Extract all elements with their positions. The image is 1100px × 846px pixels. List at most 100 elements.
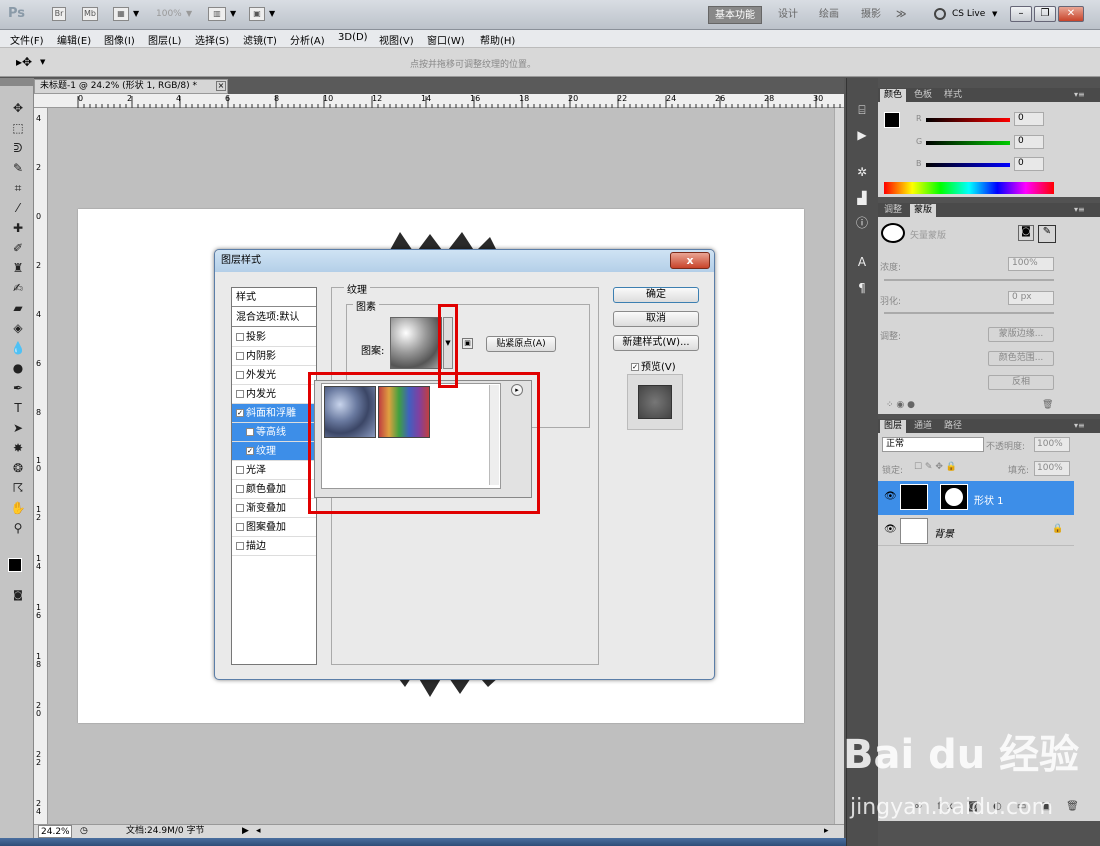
- bridge-icon[interactable]: Br: [52, 7, 66, 21]
- dialog-close-button[interactable]: x: [670, 252, 710, 269]
- arrange-dropdown-icon[interactable]: ▼: [230, 9, 236, 18]
- mask-edge-button[interactable]: 蒙版边缘...: [988, 327, 1054, 342]
- menu-file[interactable]: 文件(F): [10, 32, 44, 47]
- fill-value[interactable]: 100%: [1034, 461, 1070, 476]
- menu-window[interactable]: 窗口(W): [427, 32, 465, 47]
- menu-analysis[interactable]: 分析(A): [290, 32, 325, 47]
- tab-color[interactable]: 颜色: [880, 89, 907, 102]
- style-item-checkbox[interactable]: [236, 390, 244, 398]
- density-slider[interactable]: [884, 279, 1054, 281]
- tab-masks[interactable]: 蒙版: [910, 204, 937, 217]
- 3d-rotate-tool-icon[interactable]: ❂: [9, 460, 27, 476]
- style-item-checkbox[interactable]: [236, 352, 244, 360]
- more-workspaces-button[interactable]: ≫: [890, 6, 912, 24]
- type-tool-icon[interactable]: T: [9, 400, 27, 416]
- info-panel-icon[interactable]: ⓘ: [853, 215, 871, 231]
- zoom-level[interactable]: 100%: [156, 9, 182, 19]
- style-item[interactable]: ✓ 斜面和浮雕: [232, 404, 316, 423]
- snap-to-origin-button[interactable]: 贴紧原点(A): [486, 336, 556, 352]
- channel-r-slider[interactable]: [926, 118, 1010, 122]
- window-close-button[interactable]: ✕: [1058, 6, 1084, 22]
- style-item[interactable]: 渐变叠加: [232, 499, 316, 518]
- layer-name[interactable]: 背景: [934, 525, 954, 540]
- dodge-tool-icon[interactable]: ●: [9, 360, 27, 376]
- color-spectrum-ramp[interactable]: [884, 182, 1054, 194]
- style-item[interactable]: 外发光: [232, 366, 316, 385]
- style-item[interactable]: 内发光: [232, 385, 316, 404]
- healing-brush-tool-icon[interactable]: ✚: [9, 220, 27, 236]
- density-value[interactable]: 100%: [1008, 257, 1054, 271]
- 3d-orbit-tool-icon[interactable]: ☈: [9, 480, 27, 496]
- hand-tool-icon[interactable]: ✋: [9, 500, 27, 516]
- menu-help[interactable]: 帮助(H): [480, 32, 515, 47]
- history-panel-icon[interactable]: ⌸: [853, 102, 871, 118]
- screen-mode-icon[interactable]: ▣: [249, 7, 265, 21]
- scroll-right-icon[interactable]: ▸: [824, 825, 829, 838]
- shape-tool-icon[interactable]: ✸: [9, 440, 27, 456]
- tab-channels[interactable]: 通道: [910, 420, 936, 433]
- workspace-painting[interactable]: 绘画: [813, 6, 845, 24]
- document-tab[interactable]: 未标题-1 @ 24.2% (形状 1, RGB/8) * ×: [34, 79, 228, 94]
- navigator-panel-icon[interactable]: ▟: [853, 190, 871, 206]
- menu-filter[interactable]: 滤镜(T): [243, 32, 277, 47]
- tab-swatches[interactable]: 色板: [910, 89, 936, 102]
- visibility-eye-icon[interactable]: 👁: [884, 524, 897, 535]
- feather-slider[interactable]: [884, 312, 1054, 314]
- dialog-title-bar[interactable]: 图层样式: [215, 250, 714, 272]
- channel-g-value[interactable]: 0: [1014, 135, 1044, 149]
- status-zoom[interactable]: 24.2%: [38, 825, 72, 838]
- masks-footer-icons[interactable]: ⁘ ◉ ●: [886, 400, 915, 410]
- move-tool-preset-icon[interactable]: ▸✥: [16, 55, 32, 69]
- history-brush-tool-icon[interactable]: ✍: [9, 280, 27, 296]
- crop-tool-icon[interactable]: ⌗: [9, 180, 27, 196]
- ok-button[interactable]: 确定: [613, 287, 699, 303]
- paragraph-panel-icon[interactable]: ¶: [853, 280, 871, 296]
- delete-mask-icon[interactable]: 🗑: [1042, 400, 1053, 410]
- eyedropper-tool-icon[interactable]: ⁄: [9, 200, 27, 216]
- style-item[interactable]: ✓ 纹理: [232, 442, 316, 461]
- zoom-tool-icon[interactable]: ⚲: [9, 520, 27, 536]
- quick-select-tool-icon[interactable]: ✎: [9, 160, 27, 176]
- foreground-color-swatch[interactable]: [8, 558, 22, 572]
- status-menu-arrow-icon[interactable]: ▶: [242, 825, 249, 838]
- vector-mask-button[interactable]: ✎: [1038, 225, 1056, 243]
- restore-button[interactable]: ❐: [1034, 6, 1056, 22]
- style-item-checkbox[interactable]: ✓: [246, 447, 254, 455]
- style-item-checkbox[interactable]: [236, 371, 244, 379]
- screen-mode-dropdown-icon[interactable]: ▼: [269, 9, 275, 18]
- cancel-button[interactable]: 取消: [613, 311, 699, 327]
- menu-image[interactable]: 图像(I): [104, 32, 135, 47]
- style-item-checkbox[interactable]: [236, 504, 244, 512]
- menu-view[interactable]: 视图(V): [379, 32, 414, 47]
- layer-vector-mask-thumbnail[interactable]: [940, 484, 968, 510]
- color-foreground-swatch[interactable]: [884, 112, 900, 128]
- blur-tool-icon[interactable]: 💧: [9, 340, 27, 356]
- menu-select[interactable]: 选择(S): [195, 32, 229, 47]
- menu-layer[interactable]: 图层(L): [148, 32, 181, 47]
- clone-stamp-tool-icon[interactable]: ♜: [9, 260, 27, 276]
- style-item[interactable]: 颜色叠加: [232, 480, 316, 499]
- tab-styles[interactable]: 样式: [940, 89, 966, 102]
- layer-name[interactable]: 形状 1: [974, 492, 1004, 507]
- color-panel-menu-icon[interactable]: ▾≡: [1074, 90, 1085, 99]
- workspace-design[interactable]: 设计: [772, 6, 804, 24]
- style-item[interactable]: 图案叠加: [232, 518, 316, 537]
- channel-g-slider[interactable]: [926, 141, 1010, 145]
- feather-value[interactable]: 0 px: [1008, 291, 1054, 305]
- style-item-checkbox[interactable]: [236, 523, 244, 531]
- brush-tool-icon[interactable]: ✐: [9, 240, 27, 256]
- invert-button[interactable]: 反相: [988, 375, 1054, 390]
- masks-panel-menu-icon[interactable]: ▾≡: [1074, 205, 1085, 214]
- scroll-left-icon[interactable]: ◂: [256, 825, 261, 838]
- opacity-value[interactable]: 100%: [1034, 437, 1070, 452]
- workspace-essentials[interactable]: 基本功能: [708, 6, 762, 24]
- move-tool-icon[interactable]: ✥: [9, 100, 27, 116]
- arrange-documents-icon[interactable]: ▥: [208, 7, 226, 21]
- character-panel-icon[interactable]: A: [853, 254, 871, 270]
- channel-b-slider[interactable]: [926, 163, 1010, 167]
- marquee-tool-icon[interactable]: ⬚: [9, 120, 27, 136]
- styles-header[interactable]: 样式: [232, 288, 316, 307]
- style-item-checkbox[interactable]: ✓: [236, 409, 244, 417]
- cs-live-button[interactable]: CS Live: [952, 9, 985, 19]
- tab-layers[interactable]: 图层: [880, 420, 907, 433]
